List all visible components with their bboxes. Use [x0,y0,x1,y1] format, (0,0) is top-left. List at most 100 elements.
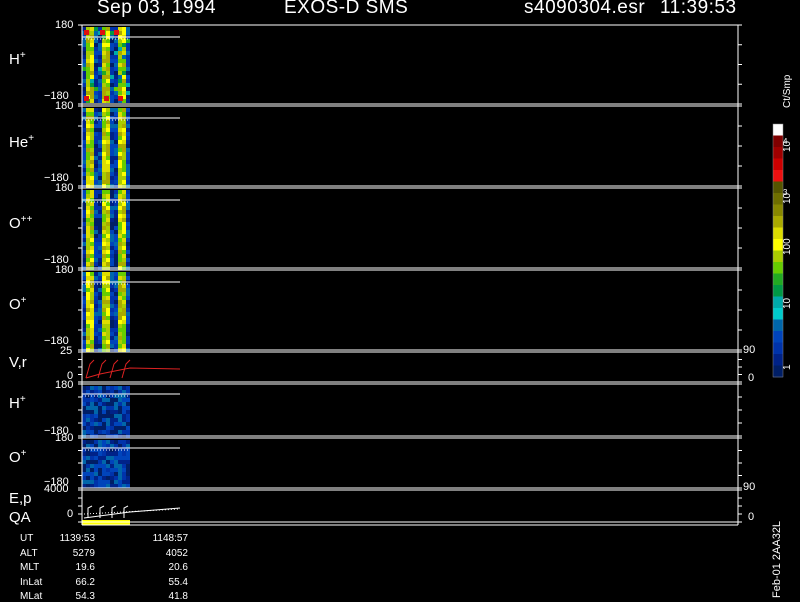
heatmap-cell [106,262,110,266]
tick-p0-top: 180 [55,19,74,31]
heatmap-cell [98,120,102,124]
heatmap-cell [94,284,98,288]
heatmap-cell [82,176,86,180]
heatmap-cell [118,312,122,316]
colorbar-label-1e3-exp: 3 [783,188,788,197]
heatmap-cell [122,59,126,63]
heatmap-cell [110,39,114,43]
heatmap-cell [90,230,94,234]
heatmap-cell [114,39,118,43]
panel-label-vr: V,r [9,354,27,371]
heatmap-cell [114,254,118,258]
heatmap-cell [122,288,126,292]
heatmap-cell [114,402,118,406]
heatmap-cell [102,120,106,124]
heatmap-cell [82,83,86,87]
heatmap-cell [126,190,130,194]
heatmap-cell [98,234,102,238]
heatmap-cell [114,180,118,184]
header-time: 11:39:53 [660,0,737,18]
heatmap-cell [82,108,86,112]
table-v1-0: 1139:53 [59,533,95,544]
heatmap-cell [110,246,114,250]
heatmap-cell [118,284,122,288]
heatmap-cell [94,218,98,222]
heatmap-cell [90,128,94,132]
heatmap-cell [94,422,98,426]
heatmap-cell [90,140,94,144]
heatmap-cell [102,406,106,410]
heatmap-cell [118,226,122,230]
tick-p4-top: 25 [60,345,73,357]
heatmap-cell [94,83,98,87]
velocity-spike [85,359,95,379]
heatmap-cell [102,71,106,75]
heatmap-cell [106,152,110,156]
heatmap-cell [98,238,102,242]
heatmap-cell [114,296,118,300]
heatmap-cell [126,262,130,266]
heatmap-cell [82,214,86,218]
heatmap-cell [126,452,130,456]
heatmap-cell [98,242,102,246]
heatmap-cell [86,452,90,456]
panel-label-h: H+ [9,50,26,68]
heatmap-cell [126,296,130,300]
heatmap-cell [82,43,86,47]
heatmap-cell [94,430,98,434]
heatmap-cell [110,422,114,426]
colorbar-segment [773,308,783,320]
heatmap-cell [94,124,98,128]
heatmap-cell [106,234,110,238]
heatmap-cell [118,79,122,83]
heatmap-cell [98,410,102,414]
heatmap-cell [94,292,98,296]
heatmap-cell [122,472,126,476]
heatmap-cell [98,79,102,83]
heatmap-cell [122,414,126,418]
heatmap-cell [118,218,122,222]
heatmap-cell [90,324,94,328]
heatmap-cell [102,172,106,176]
heatmap-cell [122,410,126,414]
heatmap-cell [118,250,122,254]
energy-trace-dotted [83,508,181,515]
heatmap-cell [94,202,98,206]
heatmap-cell [114,336,118,340]
heatmap-cell [110,214,114,218]
heatmap-cell [86,246,90,250]
heatmap-cell [122,152,126,156]
heatmap-cell [118,55,122,59]
heatmap-cell [118,456,122,460]
heatmap-cell [98,176,102,180]
heatmap-cell [118,476,122,480]
heatmap-cell [114,276,118,280]
heatmap-cell [90,124,94,128]
heatmap-cell [118,96,123,101]
heatmap-cell [118,402,122,406]
heatmap-cell [118,140,122,144]
heatmap-cell [86,484,90,488]
heatmap-cell [90,51,94,55]
heatmap-cell [126,168,130,172]
heatmap-cell [98,132,102,136]
heatmap-cell [114,222,118,226]
heatmap-cell [102,144,106,148]
heatmap-cell [110,218,114,222]
heatmap-cell [94,152,98,156]
heatmap-cell [110,156,114,160]
heatmap-cell [102,226,106,230]
heatmap-cell [102,79,106,83]
heatmap-cell [114,194,118,198]
heatmap-cell [98,222,102,226]
heatmap-cell [82,284,86,288]
header-date: Sep 03, 1994 [97,0,217,18]
heatmap-cell [106,136,110,140]
table-v2-2: 20.6 [168,562,188,573]
heatmap-cell [126,83,130,87]
heatmap-cell [126,444,130,448]
heatmap-cell [110,262,114,266]
heatmap-cell [86,164,90,168]
heatmap-cell [118,452,122,456]
heatmap-cell [122,136,126,140]
